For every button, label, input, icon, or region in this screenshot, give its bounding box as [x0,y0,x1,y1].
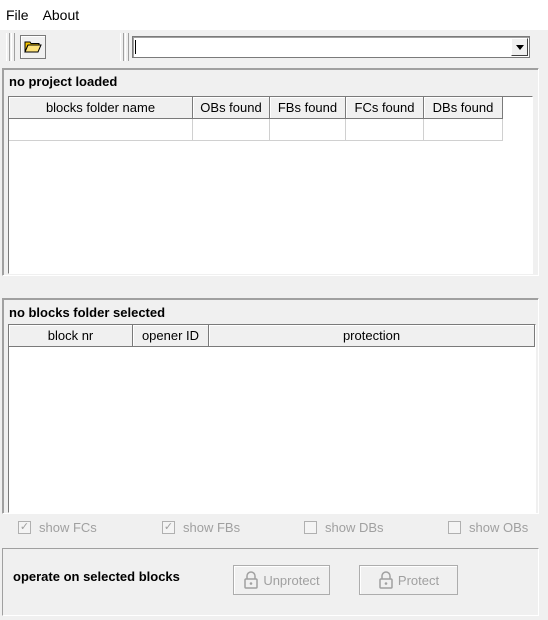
operations-label: operate on selected blocks [13,569,180,584]
column-header-obs-found[interactable]: OBs found [193,97,270,119]
project-panel: no project loaded blocks folder name OBs… [2,68,539,276]
column-header-blocks-folder-name[interactable]: blocks folder name [9,97,193,119]
show-obs-label: show OBs [469,520,529,535]
checkbox-empty-icon [448,521,461,534]
blocks-folder-list[interactable]: blocks folder name OBs found FBs found F… [8,96,533,274]
dropdown-button[interactable] [511,38,528,56]
blocks-list[interactable]: block nr opener ID protection [8,324,536,513]
blocks-panel-title: no blocks folder selected [9,305,166,320]
toolbar [0,30,548,64]
show-fbs-label: show FBs [183,520,241,535]
table-row-cell[interactable] [424,119,503,141]
show-obs-checkbox[interactable]: show OBs [448,520,528,535]
toolbar-grip[interactable] [6,33,10,61]
checkbox-empty-icon [304,521,317,534]
column-header-protection[interactable]: protection [209,325,535,347]
toolbar-grip-4 [125,33,129,61]
blocks-panel: no blocks folder selected block nr opene… [2,298,539,514]
toolbar-grip-3[interactable] [120,33,124,61]
column-header-fcs-found[interactable]: FCs found [346,97,424,119]
unprotect-label: Unprotect [263,572,320,588]
project-panel-title: no project loaded [9,74,118,89]
show-fcs-checkbox[interactable]: ✓ show FCs [18,520,97,535]
lock-icon [379,571,393,589]
protect-button[interactable]: Protect [359,565,458,595]
column-header-opener-id[interactable]: opener ID [133,325,209,347]
menu-about[interactable]: About [43,7,80,23]
table-row-cell[interactable] [346,119,424,141]
show-dbs-checkbox[interactable]: show DBs [304,520,384,535]
menu-bar: File About [0,0,548,30]
protect-label: Protect [397,572,440,588]
toolbar-grip-2 [11,33,15,61]
table-row-cell[interactable] [270,119,346,141]
show-fbs-checkbox[interactable]: ✓ show FBs [162,520,240,535]
project-path-combobox[interactable] [132,36,530,58]
show-dbs-label: show DBs [325,520,384,535]
menu-file[interactable]: File [6,7,29,23]
column-header-block-nr[interactable]: block nr [9,325,133,347]
table-row-cell[interactable] [193,119,270,141]
lock-icon [244,571,259,589]
column-header-dbs-found[interactable]: DBs found [424,97,503,119]
table-row-cell[interactable] [9,119,193,141]
open-project-button[interactable] [20,35,46,59]
unprotect-button[interactable]: Unprotect [233,565,330,595]
text-caret [135,40,136,54]
column-header-fbs-found[interactable]: FBs found [270,97,346,119]
checkbox-check-icon: ✓ [18,521,31,534]
checkbox-check-icon: ✓ [162,521,175,534]
folder-open-icon [24,41,42,53]
chevron-down-icon [515,44,524,50]
operations-panel: operate on selected blocks Unprotect Pro… [2,548,539,616]
filter-checkboxes: ✓ show FCs ✓ show FBs show DBs show OBs [0,520,548,540]
show-fcs-label: show FCs [39,520,97,535]
